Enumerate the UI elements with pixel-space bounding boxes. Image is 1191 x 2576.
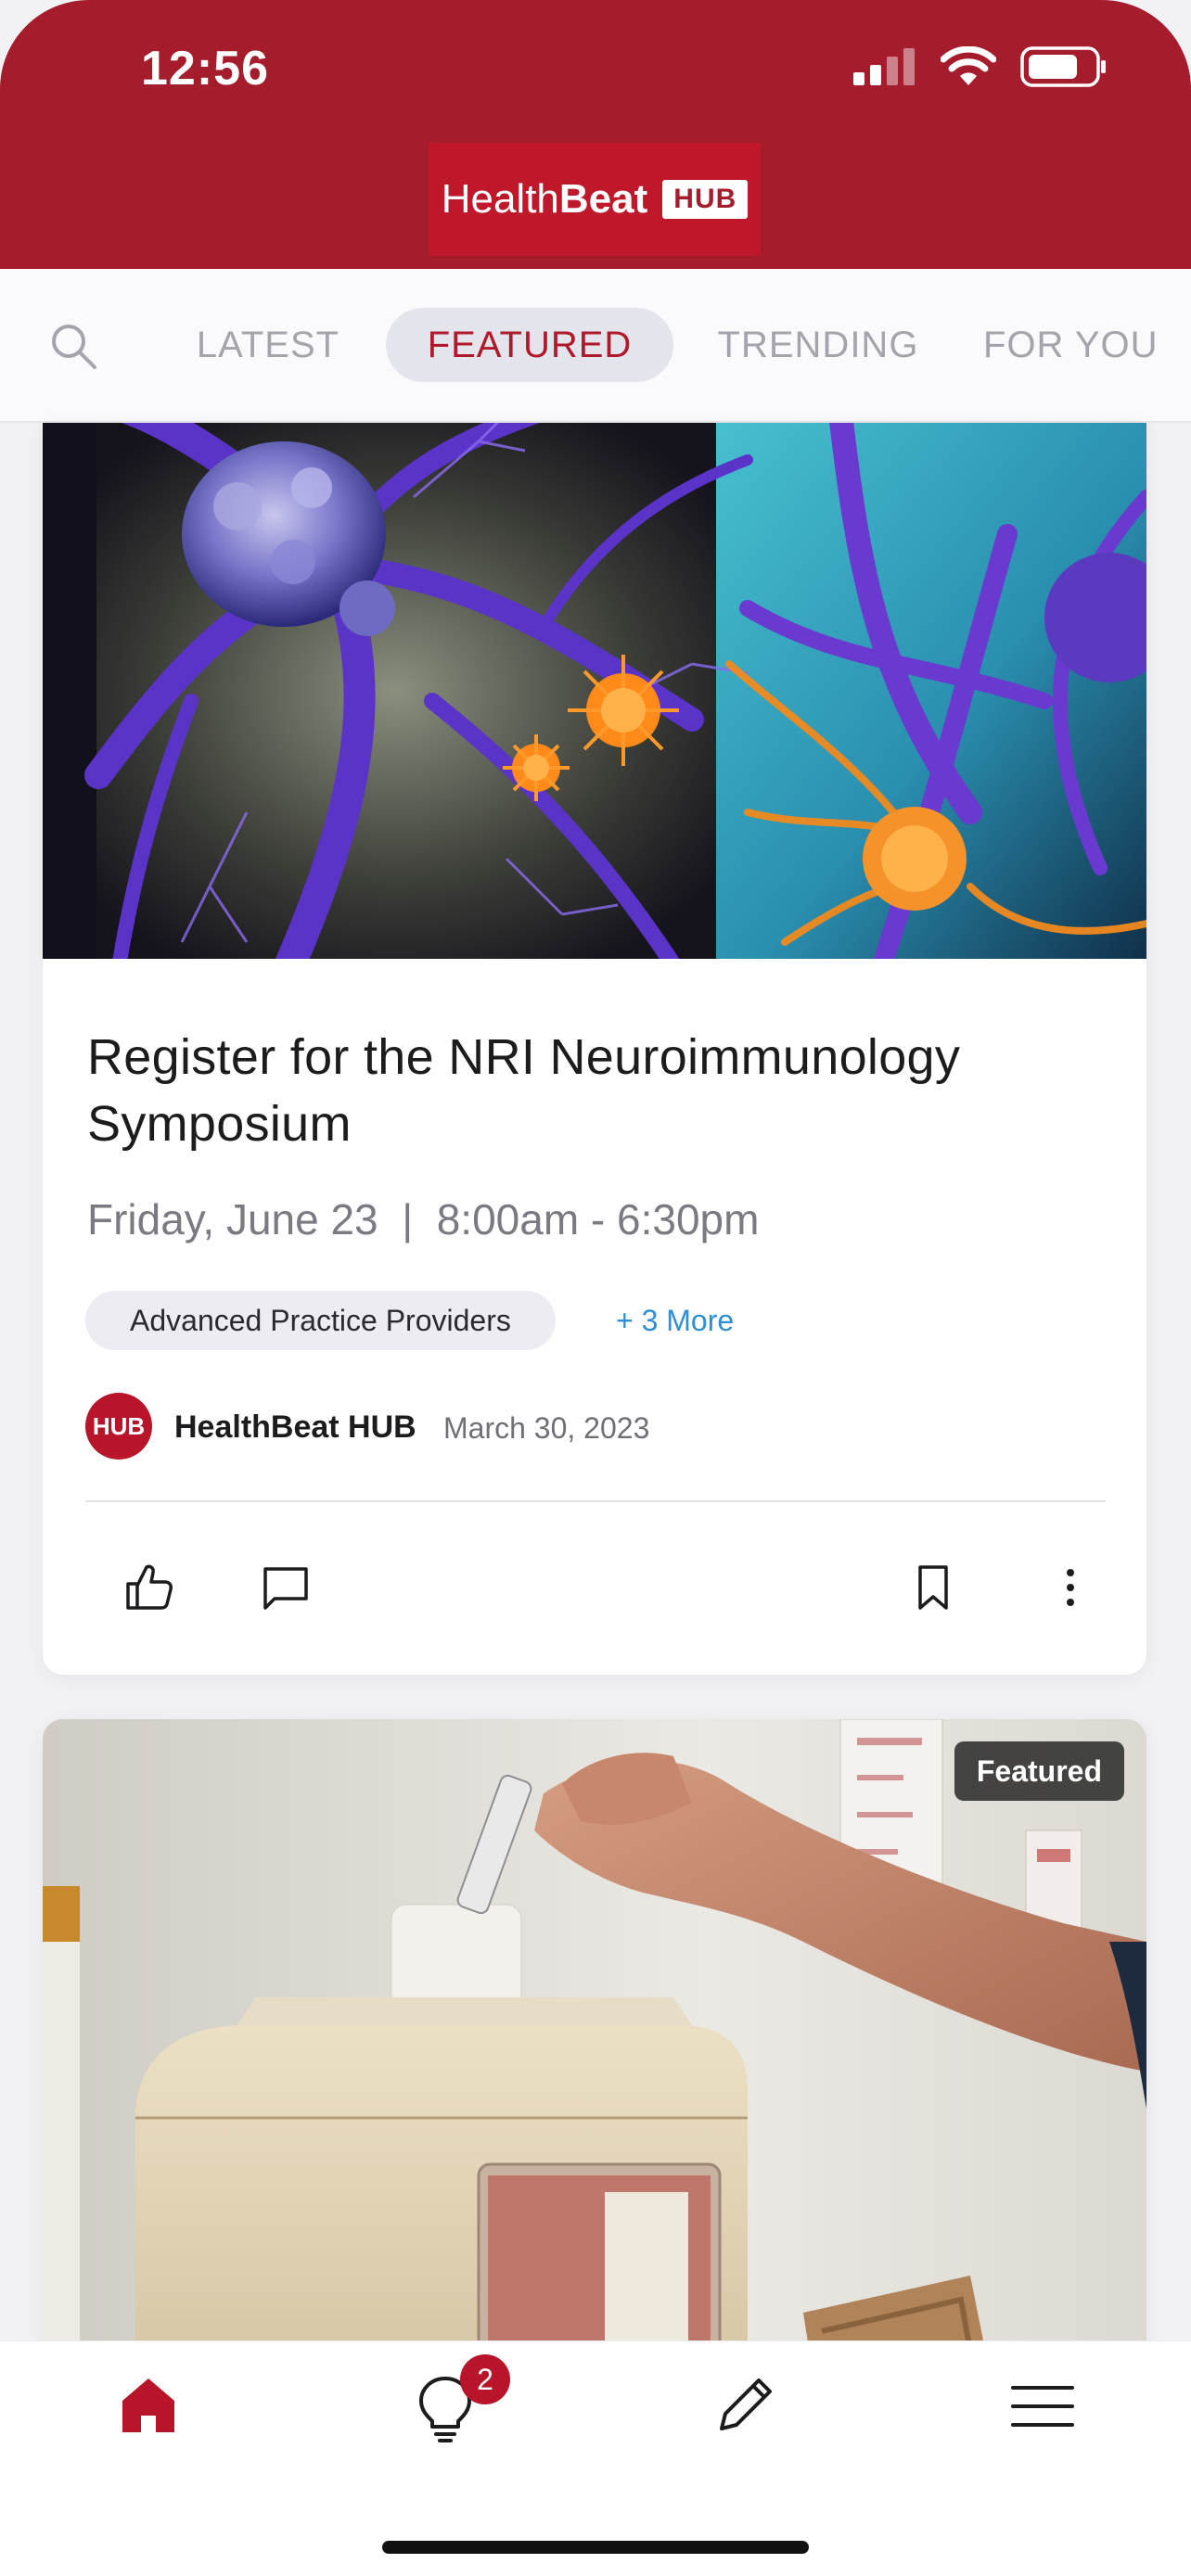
app-header: 12:56 HealthBeat HUB (0, 0, 1191, 269)
tab-trending[interactable]: TRENDING (705, 308, 931, 382)
notification-count-badge: 2 (460, 2354, 510, 2404)
post-date: March 30, 2023 (443, 1411, 650, 1445)
more-tags-link[interactable]: + 3 More (616, 1291, 734, 1350)
like-icon[interactable] (121, 1560, 176, 1615)
search-icon[interactable] (48, 321, 100, 373)
tag-chip[interactable]: Advanced Practice Providers (85, 1291, 556, 1350)
comment-icon[interactable] (258, 1560, 314, 1615)
article-image[interactable] (43, 423, 1146, 959)
cellular-signal-icon (853, 48, 915, 85)
tab-featured[interactable]: FEATURED (386, 308, 673, 382)
category-tab-bar: LATEST FEATURED TRENDING FOR YOU (0, 269, 1191, 423)
featured-badge: Featured (954, 1741, 1124, 1801)
home-indicator[interactable] (382, 2541, 809, 2554)
bookmark-icon[interactable] (905, 1560, 961, 1615)
tab-latest[interactable]: LATEST (182, 308, 354, 382)
divider (85, 1500, 1106, 1502)
logo-text: Health (441, 176, 559, 222)
article-card[interactable]: Register for the NRI Neuroimmunology Sym… (43, 423, 1146, 1675)
status-time: 12:56 (141, 42, 269, 96)
author-name[interactable]: HealthBeat HUB (174, 1409, 416, 1446)
event-datetime: Friday, June 23 | 8:00am - 6:30pm (87, 1195, 760, 1243)
tab-for-you[interactable]: FOR YOU (983, 308, 1191, 382)
menu-icon[interactable] (1005, 2369, 1080, 2443)
healthbeat-hub-logo[interactable]: HealthBeat HUB (429, 143, 761, 256)
pencil-icon[interactable] (707, 2369, 781, 2443)
home-icon[interactable] (111, 2369, 186, 2443)
article-title[interactable]: Register for the NRI Neuroimmunology Sym… (87, 1024, 1061, 1157)
author-avatar[interactable]: HUB (85, 1393, 152, 1460)
logo-text-bold: Beat (558, 176, 648, 222)
neuron-illustration (43, 423, 1146, 959)
more-vertical-icon[interactable] (1043, 1560, 1098, 1615)
wifi-icon (941, 46, 996, 85)
battery-icon (1020, 46, 1106, 87)
logo-badge: HUB (662, 180, 749, 219)
status-icons (853, 46, 1108, 87)
